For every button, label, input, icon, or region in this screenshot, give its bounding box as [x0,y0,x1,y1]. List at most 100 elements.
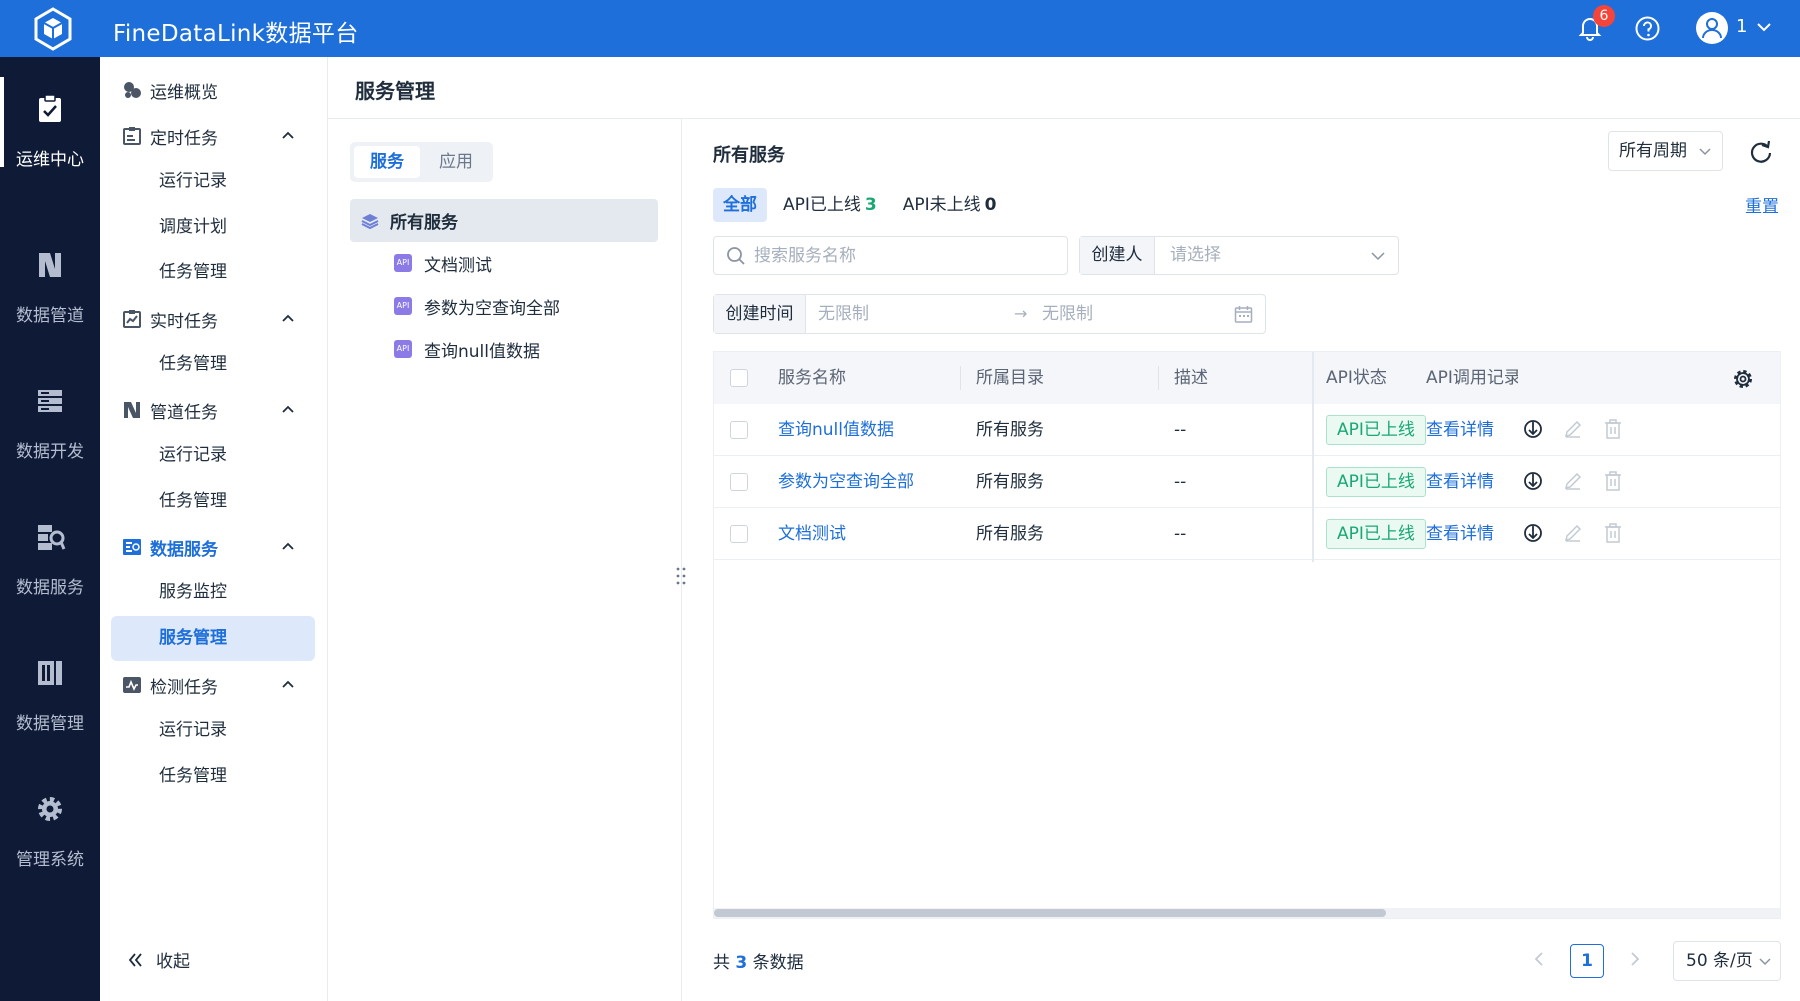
help-icon[interactable] [1634,15,1661,42]
search-field[interactable] [713,236,1068,275]
chevron-right-icon[interactable] [1625,949,1645,969]
column-header-api-call-records[interactable]: API调用记录 [1426,352,1518,404]
tree-item-label: 参数为空查询全部 [424,298,560,319]
edit-pencil-icon[interactable] [1562,418,1584,440]
filter-tab-online[interactable]: API已上线 3 [773,188,887,222]
menu-item-task-management[interactable]: 任务管理 [111,479,315,524]
edit-pencil-icon[interactable] [1562,470,1584,492]
delete-trash-icon[interactable] [1602,418,1624,440]
scrollbar-thumb[interactable] [714,909,1386,917]
view-details-link[interactable]: 查看详情 [1426,456,1494,508]
menu-group-pipeline-tasks[interactable]: 管道任务 [122,390,322,430]
filter-tab-all[interactable]: 全部 [713,188,767,222]
chevron-up-icon[interactable] [280,128,296,144]
column-header-description[interactable]: 描述 [1174,352,1208,404]
menu-item-schedule-plan[interactable]: 调度计划 [111,205,315,250]
rail-item-data-pipeline[interactable]: 数据管道 [0,213,100,343]
service-name-link[interactable]: 文档测试 [778,508,846,560]
menu-group-data-service[interactable]: 数据服务 [122,527,322,567]
chevron-up-icon[interactable] [280,311,296,327]
menu-item-task-management[interactable]: 任务管理 [111,754,315,799]
tree-item[interactable]: API 文档测试 [394,243,492,283]
refresh-icon[interactable] [1748,139,1774,165]
chevron-down-icon [1371,252,1385,261]
creator-filter[interactable]: 创建人 请选择 [1079,236,1399,275]
horizontal-scrollbar[interactable] [714,908,1780,918]
chevron-left-icon[interactable] [1529,949,1549,969]
row-checkbox[interactable] [730,473,748,491]
offline-action-icon[interactable] [1522,470,1544,492]
rail-item-data-dev[interactable]: 数据开发 [0,349,100,479]
tab-apps[interactable]: 应用 [423,146,489,178]
rail-item-ops-center[interactable]: 运维中心 [0,57,100,187]
pipeline-icon [39,253,61,277]
tree-root-all-services[interactable]: 所有服务 [350,199,658,242]
row-checkbox[interactable] [730,421,748,439]
api-icon: API [394,340,412,358]
date-range-end[interactable]: 无限制 [1042,295,1093,333]
offline-action-icon[interactable] [1522,522,1544,544]
column-header-api-status[interactable]: API状态 [1326,352,1387,404]
menu-group-scheduled-tasks[interactable]: 定时任务 [122,116,322,156]
chevron-up-icon[interactable] [280,402,296,418]
service-name-link[interactable]: 参数为空查询全部 [778,456,914,508]
total-suffix: 条数据 [752,953,804,973]
tab-services[interactable]: 服务 [354,146,420,178]
app-title: FineDataLink数据平台 [113,21,359,47]
column-header-service-name[interactable]: 服务名称 [778,352,846,404]
rail-item-data-service[interactable]: 数据服务 [0,485,100,615]
menu-item-task-management[interactable]: 任务管理 [111,342,315,387]
created-time-filter[interactable]: 创建时间 无限制 → 无限制 [713,294,1266,334]
column-header-directory[interactable]: 所属目录 [976,352,1044,404]
filter-tab-offline[interactable]: API未上线 0 [893,188,1007,222]
menu-item-run-records[interactable]: 运行记录 [111,159,315,204]
menu-group-detection-tasks[interactable]: 检测任务 [122,665,322,705]
creator-select-placeholder[interactable]: 请选择 [1170,237,1221,274]
menu-item-task-management[interactable]: 任务管理 [111,250,315,295]
chevron-up-icon[interactable] [280,539,296,555]
service-tree-panel: 服务 应用 所有服务 API 文档测试 API 参数为空查询全部 API 查询n… [328,119,682,1001]
rail-label: 数据管理 [16,714,84,734]
column-divider[interactable] [1158,366,1159,390]
view-details-link[interactable]: 查看详情 [1426,508,1494,560]
delete-trash-icon[interactable] [1602,470,1624,492]
section-title: 所有服务 [713,145,785,166]
menu-item-run-records[interactable]: 运行记录 [111,433,315,478]
edit-pencil-icon[interactable] [1562,522,1584,544]
tree-item[interactable]: API 查询null值数据 [394,329,540,369]
menu-ops-overview[interactable]: 运维概览 [122,70,322,110]
rail-item-admin-system[interactable]: 管理系统 [0,757,100,887]
menu-item-service-monitor[interactable]: 服务监控 [111,570,315,615]
collapse-menu-button[interactable]: 收起 [126,947,190,972]
collapse-label: 收起 [156,952,190,972]
view-details-link[interactable]: 查看详情 [1426,404,1494,456]
column-divider[interactable] [960,366,961,390]
reset-filters-link[interactable]: 重置 [1745,192,1779,217]
app-logo-icon[interactable] [30,6,76,52]
page-size-select[interactable]: 50 条/页 [1673,941,1781,981]
tree-item-label: 查询null值数据 [424,341,540,362]
column-settings-gear-icon[interactable] [1732,368,1754,390]
delete-trash-icon[interactable] [1602,522,1624,544]
menu-group-realtime-tasks[interactable]: 实时任务 [122,299,322,339]
rail-item-data-management[interactable]: 数据管理 [0,621,100,751]
chevron-down-icon[interactable] [1754,17,1774,37]
calendar-icon[interactable] [1234,305,1253,324]
user-name[interactable]: 1 [1736,16,1747,37]
page-number-current[interactable]: 1 [1570,944,1604,978]
service-name-link[interactable]: 查询null值数据 [778,404,894,456]
select-all-checkbox[interactable] [730,369,748,387]
notification-badge: 6 [1593,5,1615,27]
search-input[interactable] [754,242,1054,270]
offline-action-icon[interactable] [1522,418,1544,440]
user-avatar[interactable] [1696,12,1728,44]
menu-item-run-records[interactable]: 运行记录 [111,708,315,753]
tree-item[interactable]: API 参数为空查询全部 [394,286,560,326]
row-checkbox[interactable] [730,525,748,543]
rail-label: 数据服务 [16,578,84,598]
menu-item-service-management[interactable]: 服务管理 [111,616,315,661]
date-range-start[interactable]: 无限制 [818,295,869,333]
chevron-up-icon[interactable] [280,677,296,693]
creator-label: 创建人 [1080,237,1155,274]
period-select[interactable]: 所有周期 [1608,131,1723,171]
